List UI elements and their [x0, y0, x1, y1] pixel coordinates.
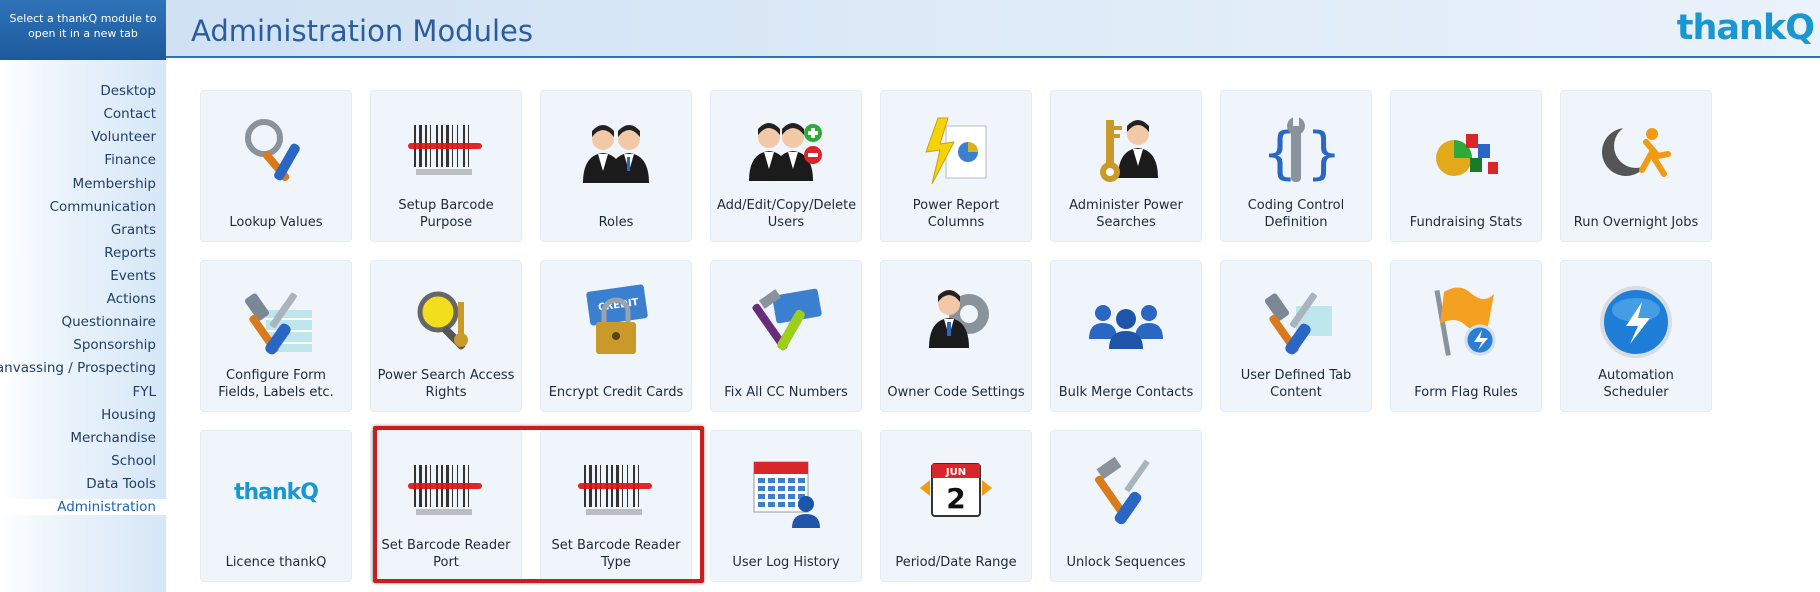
moon-runner-icon	[1561, 109, 1711, 195]
module-tile-configure-form-fields-labels-etc[interactable]: Configure Form Fields, Labels etc.	[200, 260, 352, 412]
module-tile-form-flag-rules[interactable]: Form Flag Rules	[1390, 260, 1542, 412]
calendar-month: JUN	[945, 467, 966, 478]
user-gear-icon	[881, 279, 1031, 365]
module-tile-power-search-access-rights[interactable]: Power Search Access Rights	[370, 260, 522, 412]
module-tile-roles[interactable]: Roles	[540, 90, 692, 242]
module-tile-administer-power-searches[interactable]: Administer Power Searches	[1050, 90, 1202, 242]
module-label: Bulk Merge Contacts	[1058, 385, 1194, 400]
stats-chart-icon	[1391, 109, 1541, 195]
module-label: Run Overnight Jobs	[1573, 215, 1699, 230]
module-label: Add/Edit/Copy/Delete Users	[717, 198, 857, 230]
barcode-icon	[371, 109, 521, 195]
module-tile-lookup-values[interactable]: Lookup Values	[200, 90, 352, 242]
module-tile-unlock-sequences[interactable]: Unlock Sequences	[1050, 430, 1202, 582]
sidebar-item-fyl[interactable]: FYL	[132, 384, 156, 400]
users-pair-icon	[541, 109, 691, 195]
module-tile-period-date-range[interactable]: JUN 2 Period/Date Range	[880, 430, 1032, 582]
search-key-icon	[371, 279, 521, 365]
module-label: Administer Power Searches	[1069, 198, 1183, 230]
sidebar-item-administration[interactable]: Administration	[0, 499, 166, 515]
module-tile-setup-barcode-purpose[interactable]: Setup Barcode Purpose	[370, 90, 522, 242]
key-user-icon	[1051, 109, 1201, 195]
module-label: User Log History	[732, 555, 840, 570]
module-tile-coding-control-definition[interactable]: { } Coding Control Definition	[1220, 90, 1372, 242]
group-merge-icon	[1051, 279, 1201, 365]
module-label: Configure Form Fields, Labels etc.	[218, 368, 334, 400]
module-tile-licence-thankq[interactable]: thankQ Licence thankQ	[200, 430, 352, 582]
code-wrench-icon: { }	[1221, 109, 1371, 195]
module-label: Fix All CC Numbers	[724, 385, 848, 400]
module-label: Encrypt Credit Cards	[548, 385, 684, 400]
module-label: Unlock Sequences	[1066, 555, 1186, 570]
tools-magnifier-icon	[201, 109, 351, 195]
module-tile-encrypt-credit-cards[interactable]: CREDIT Encrypt Credit Cards	[540, 260, 692, 412]
sidebar-item-merchandise[interactable]: Merchandise	[70, 430, 156, 446]
module-label: User Defined Tab Content	[1240, 368, 1352, 400]
module-tile-add-edit-copy-delete-users[interactable]: Add/Edit/Copy/Delete Users	[710, 90, 862, 242]
calendar-date-icon: JUN 2	[881, 449, 1031, 535]
page-title: Administration Modules	[191, 14, 533, 48]
module-label: Power Report Columns	[912, 198, 1000, 230]
module-tile-user-log-history[interactable]: User Log History	[710, 430, 862, 582]
credit-lock-icon: CREDIT	[541, 279, 691, 365]
module-label: Owner Code Settings	[887, 385, 1025, 400]
sidebar-item-contact[interactable]: Contact	[103, 106, 156, 122]
module-label: Licence thankQ	[225, 555, 327, 570]
module-tile-automation-scheduler[interactable]: Automation Scheduler	[1560, 260, 1712, 412]
module-label: Coding Control Definition	[1247, 198, 1345, 230]
tools-form-icon	[201, 279, 351, 365]
hammer-screwdriver-icon	[1051, 449, 1201, 535]
sidebar-item-housing[interactable]: Housing	[101, 407, 156, 423]
module-label: Automation Scheduler	[1598, 368, 1674, 400]
sidebar-nav: Desktop Contact Volunteer Finance Membership…	[0, 60, 166, 592]
lightning-globe-icon	[1561, 279, 1711, 365]
module-label: Power Search Access Rights	[377, 368, 515, 400]
tools-tab-icon	[1221, 279, 1371, 365]
users-add-remove-icon	[711, 109, 861, 195]
module-label: Period/Date Range	[895, 555, 1017, 570]
module-label: Roles	[598, 215, 634, 230]
module-tile-fundraising-stats[interactable]: Fundraising Stats	[1390, 90, 1542, 242]
sidebar-item-actions[interactable]: Actions	[107, 291, 156, 307]
thankq-logo-icon: thankQ	[201, 449, 351, 535]
credit-tools-icon	[711, 279, 861, 365]
flag-icon	[1391, 279, 1541, 365]
sidebar-item-finance[interactable]: Finance	[104, 152, 156, 168]
module-label: Setup Barcode Purpose	[398, 198, 494, 230]
sidebar-item-school[interactable]: School	[111, 453, 156, 469]
sidebar-item-data-tools[interactable]: Data Tools	[86, 476, 156, 492]
module-label: Lookup Values	[229, 215, 323, 230]
sidebar-item-sponsorship[interactable]: Sponsorship	[73, 337, 156, 353]
calendar-day: 2	[946, 482, 965, 515]
sidebar-item-desktop[interactable]: Desktop	[100, 83, 156, 99]
module-tile-run-overnight-jobs[interactable]: Run Overnight Jobs	[1560, 90, 1712, 242]
highlight-box	[373, 426, 704, 583]
sidebar-item-canvassing-prospecting[interactable]: Canvassing / Prospecting	[0, 360, 156, 376]
sidebar-hint: Select a thankQ module to open it in a n…	[0, 0, 166, 60]
thankq-logo: thankQ	[1676, 8, 1815, 48]
thankq-logo-mark: thankQ	[233, 479, 319, 505]
module-tile-user-defined-tab-content[interactable]: User Defined Tab Content	[1220, 260, 1372, 412]
calendar-user-icon	[711, 449, 861, 535]
module-label: Fundraising Stats	[1409, 215, 1523, 230]
sidebar-item-events[interactable]: Events	[110, 268, 156, 284]
module-tile-bulk-merge-contacts[interactable]: Bulk Merge Contacts	[1050, 260, 1202, 412]
sidebar-item-grants[interactable]: Grants	[111, 222, 156, 238]
module-tile-fix-all-cc-numbers[interactable]: Fix All CC Numbers	[710, 260, 862, 412]
module-tile-power-report-columns[interactable]: Power Report Columns	[880, 90, 1032, 242]
sidebar-item-reports[interactable]: Reports	[104, 245, 156, 261]
page-header: Administration Modules thankQ	[166, 0, 1820, 58]
sidebar-item-questionnaire[interactable]: Questionnaire	[61, 314, 156, 330]
sidebar-item-communication[interactable]: Communication	[50, 199, 156, 215]
svg-text:}: }	[1306, 121, 1336, 186]
sidebar-item-membership[interactable]: Membership	[73, 176, 156, 192]
module-label: Form Flag Rules	[1414, 385, 1518, 400]
module-tile-owner-code-settings[interactable]: Owner Code Settings	[880, 260, 1032, 412]
power-report-icon	[881, 109, 1031, 195]
sidebar-item-volunteer[interactable]: Volunteer	[91, 129, 156, 145]
